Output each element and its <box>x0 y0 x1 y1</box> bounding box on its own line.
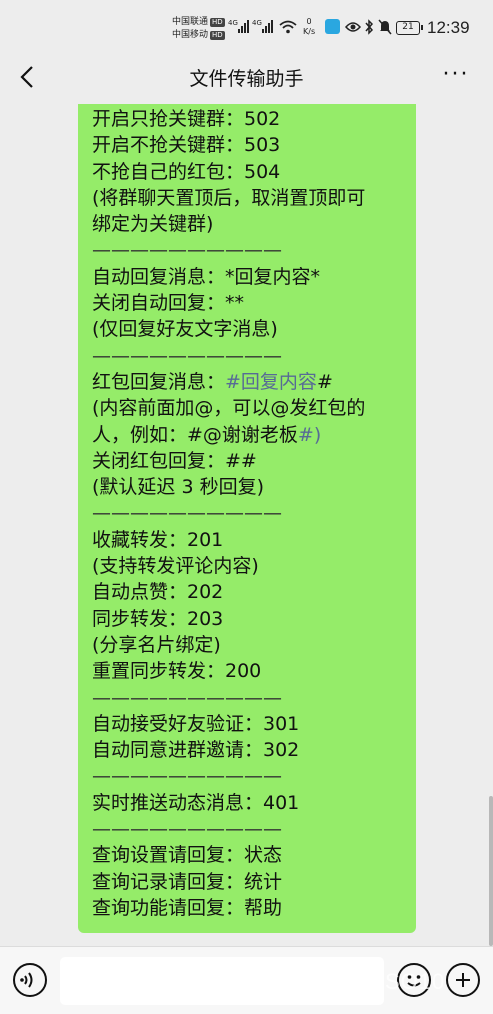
message-line: 自动接受好友验证：301 <box>92 712 300 735</box>
message-bubble[interactable]: 开启只抢关键群：502 开启不抢关键群：503 不抢自己的红包：504 (将群聊天置顶… <box>78 104 416 933</box>
message-line: 开启只抢关键群：502 <box>92 108 281 130</box>
signal1-label: 4G <box>228 19 238 27</box>
wifi-icon <box>279 20 297 34</box>
separator-line: —————————— <box>92 686 282 709</box>
more-dots-icon[interactable]: ··· <box>439 62 473 92</box>
net-speed: 0 K/s <box>303 17 315 37</box>
message-line: 查询设置请回复：状态 <box>92 844 283 867</box>
carrier1-label: 中国联通 <box>172 17 209 27</box>
message-line: 收藏转发：201 <box>92 528 224 551</box>
nav-bar: 文件传输助手 ··· <box>0 50 493 104</box>
voice-icon[interactable] <box>13 963 47 997</box>
message-line: 自动点赞：202 <box>92 581 224 604</box>
battery-icon: 21 <box>396 21 423 35</box>
message-line: 绑定为关键群) <box>92 213 214 236</box>
status-bar: 中国联通 HD 中国移动 HD 4G 4G 0 K/s 21 12:39 <box>0 0 493 50</box>
separator-line: —————————— <box>92 765 282 788</box>
chat-title: 文件传输助手 <box>189 68 304 90</box>
carrier-info: 中国联通 HD 中国移动 HD <box>172 16 225 42</box>
hd-badge: HD <box>210 18 225 27</box>
separator-line: —————————— <box>92 239 282 262</box>
separator-line: —————————— <box>92 502 282 525</box>
message-link[interactable]: #回复内容 <box>225 371 317 393</box>
mute-icon <box>378 19 392 35</box>
hd-badge: HD <box>210 31 225 40</box>
message-line: (默认延迟 3 秒回复) <box>92 476 264 499</box>
message-link[interactable]: #) <box>298 424 321 446</box>
message-text: 人，例如：#@谢谢老板 <box>92 423 298 446</box>
message-line: 查询记录请回复：统计 <box>92 870 283 893</box>
signal2-label: 4G <box>252 19 262 27</box>
message-line: (支持转发评论内容) <box>92 555 259 578</box>
message-line: 关闭红包回复：## <box>92 449 257 472</box>
signal-icon: 4G <box>252 19 273 33</box>
message-line: (分享名片绑定) <box>92 633 221 656</box>
chat-area[interactable]: 开启只抢关键群：502 开启不抢关键群：503 不抢自己的红包：504 (将群聊天置顶… <box>0 104 493 946</box>
message-input[interactable] <box>60 957 384 1005</box>
separator-line: —————————— <box>92 344 282 367</box>
message-line: 自动回复消息：*回复内容* <box>92 265 321 288</box>
signal-icon: 4G <box>228 19 249 33</box>
message-text: 红包回复消息： <box>92 370 226 393</box>
message-line: 人，例如：#@谢谢老板#) <box>92 422 402 448</box>
app-notification-icon <box>325 19 340 34</box>
status-time: 12:39 <box>427 18 470 37</box>
net-speed-value: 0 <box>306 17 312 26</box>
message-line: 同步转发：203 <box>92 607 224 630</box>
message-line: (仅回复好友文字消息) <box>92 318 278 341</box>
message-line: 查询功能请回复：帮助 <box>92 896 283 919</box>
message-line: 关闭自动回复：** <box>92 292 245 315</box>
net-speed-unit: K/s <box>303 27 316 36</box>
carrier2-label: 中国移动 <box>172 30 209 40</box>
message-line: (内容前面加@，可以@发红包的 <box>92 397 366 420</box>
message-line: 不抢自己的红包：504 <box>92 160 281 183</box>
message-line: 红包回复消息：#回复内容# <box>92 369 402 395</box>
message-line: 自动同意进群邀请：302 <box>92 739 300 762</box>
bluetooth-icon <box>365 19 374 35</box>
message-line: 重置同步转发：200 <box>92 660 262 683</box>
message-text: # <box>316 370 333 393</box>
separator-line: —————————— <box>92 818 282 841</box>
message-line: 实时推送动态消息：401 <box>92 791 300 814</box>
scrollbar[interactable] <box>489 796 493 946</box>
input-bar: SO10 <box>0 946 493 1014</box>
plus-icon[interactable] <box>446 963 480 997</box>
eye-icon <box>345 22 361 32</box>
message-line: 开启不抢关键群：503 <box>92 134 281 157</box>
watermark: SO10 <box>385 969 446 994</box>
message-line: (将群聊天置顶后，取消置顶即可 <box>92 186 366 209</box>
